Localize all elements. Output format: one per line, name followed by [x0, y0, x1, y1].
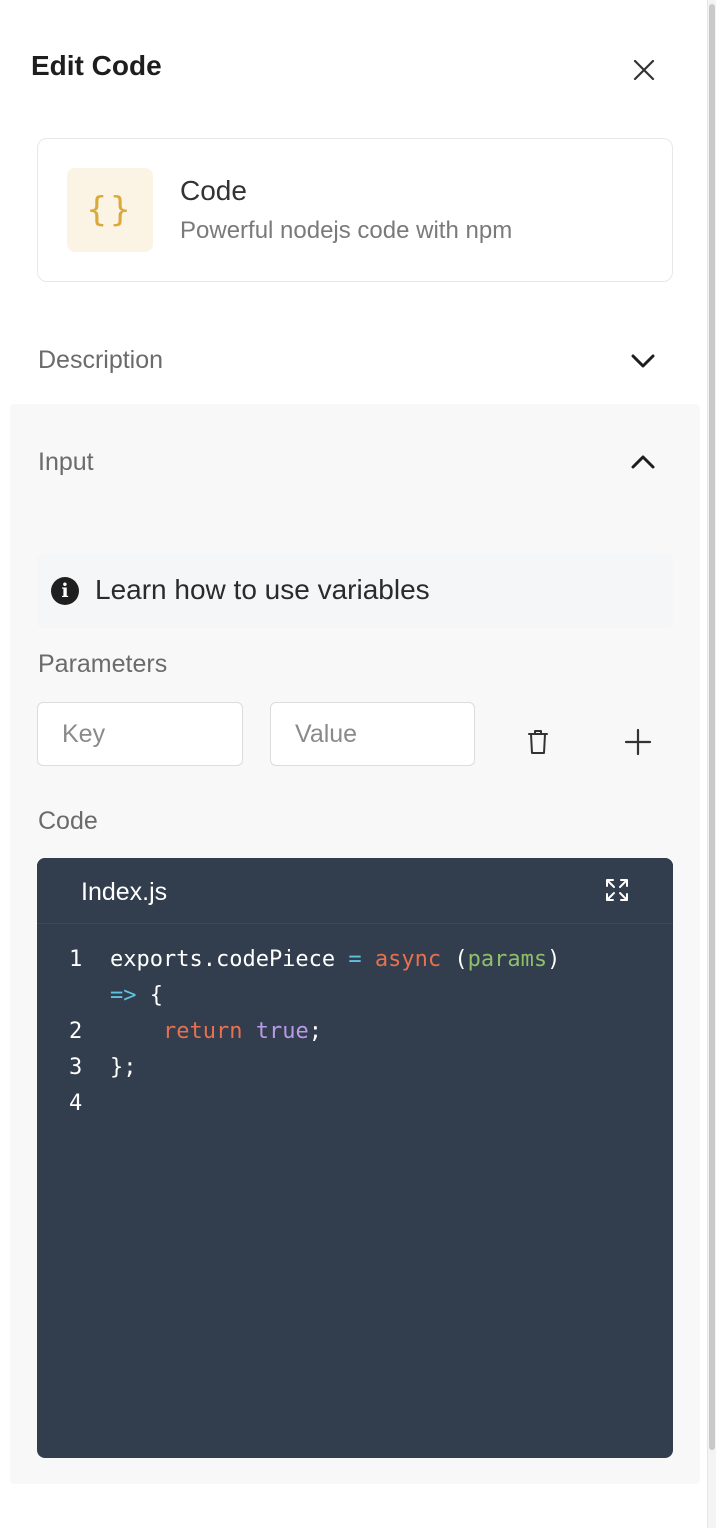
- input-accordion-header[interactable]: Input: [0, 422, 700, 502]
- panel-title: Edit Code: [31, 50, 162, 81]
- parameters-label: Parameters: [38, 650, 168, 678]
- delete-parameter-button[interactable]: [516, 720, 560, 764]
- trash-icon: [528, 730, 548, 754]
- piece-name: Code: [180, 175, 247, 206]
- code-label: Code: [38, 807, 98, 835]
- line-code: => {: [110, 978, 163, 1014]
- code-line[interactable]: 1 exports.codePiece = async (params): [37, 942, 673, 978]
- piece-card: {} Code Powerful nodejs code with npm: [37, 138, 673, 282]
- code-token: async: [374, 947, 442, 972]
- code-token: return: [162, 1019, 243, 1044]
- add-parameter-button[interactable]: [616, 720, 660, 764]
- code-token: (: [441, 947, 468, 972]
- editor-tab-index-js[interactable]: Index.js: [81, 878, 167, 907]
- line-code: exports.codePiece = async (params): [110, 942, 560, 978]
- line-number: 2: [69, 1019, 83, 1044]
- code-area[interactable]: 1 exports.codePiece = async (params) => {2…: [37, 942, 673, 1122]
- code-token: {: [136, 983, 163, 1008]
- code-line[interactable]: 2 return true;: [37, 1014, 673, 1050]
- line-number: 3: [69, 1055, 83, 1080]
- code-piece-logo-icon: {}: [67, 168, 153, 252]
- code-token: true: [255, 1019, 309, 1044]
- line-number: 4: [69, 1091, 83, 1116]
- code-token: };: [110, 1055, 137, 1080]
- code-token: exports.codePiece: [110, 947, 349, 972]
- info-icon: i: [51, 577, 79, 605]
- code-token: ;: [308, 1019, 322, 1044]
- expand-editor-button[interactable]: [597, 870, 637, 910]
- scrollbar-thumb[interactable]: [709, 4, 715, 1450]
- code-line[interactable]: => {: [37, 978, 673, 1014]
- chevron-up-icon: [631, 455, 655, 469]
- code-token: =>: [110, 983, 137, 1008]
- code-token: params: [467, 947, 548, 972]
- parameter-value-input[interactable]: [270, 702, 475, 766]
- close-button[interactable]: [626, 52, 662, 88]
- chevron-down-icon: [631, 354, 655, 368]
- description-accordion-header[interactable]: Description: [0, 322, 700, 402]
- expand-icon: [606, 879, 628, 901]
- input-label: Input: [38, 448, 94, 476]
- line-number: 1: [69, 947, 83, 972]
- description-label: Description: [38, 346, 164, 374]
- code-token: ): [547, 947, 561, 972]
- variables-help-text: Learn how to use variables: [95, 574, 430, 605]
- line-code: return true;: [110, 1014, 322, 1050]
- editor-tab-bar: Index.js: [37, 858, 673, 924]
- code-token: =: [348, 947, 362, 972]
- edit-code-panel: Edit Code {} Code Powerful nodejs code w…: [0, 0, 708, 1528]
- parameter-key-input[interactable]: [37, 702, 243, 766]
- piece-description: Powerful nodejs code with npm: [180, 217, 513, 244]
- line-code: };: [110, 1050, 137, 1086]
- code-line[interactable]: 4: [37, 1086, 673, 1122]
- code-line[interactable]: 3};: [37, 1050, 673, 1086]
- plus-icon: [624, 728, 652, 756]
- variables-help-link[interactable]: i Learn how to use variables: [37, 554, 673, 628]
- close-icon: [633, 59, 655, 81]
- code-editor[interactable]: Index.js 1 exports.codePiece = async (par…: [37, 858, 673, 1458]
